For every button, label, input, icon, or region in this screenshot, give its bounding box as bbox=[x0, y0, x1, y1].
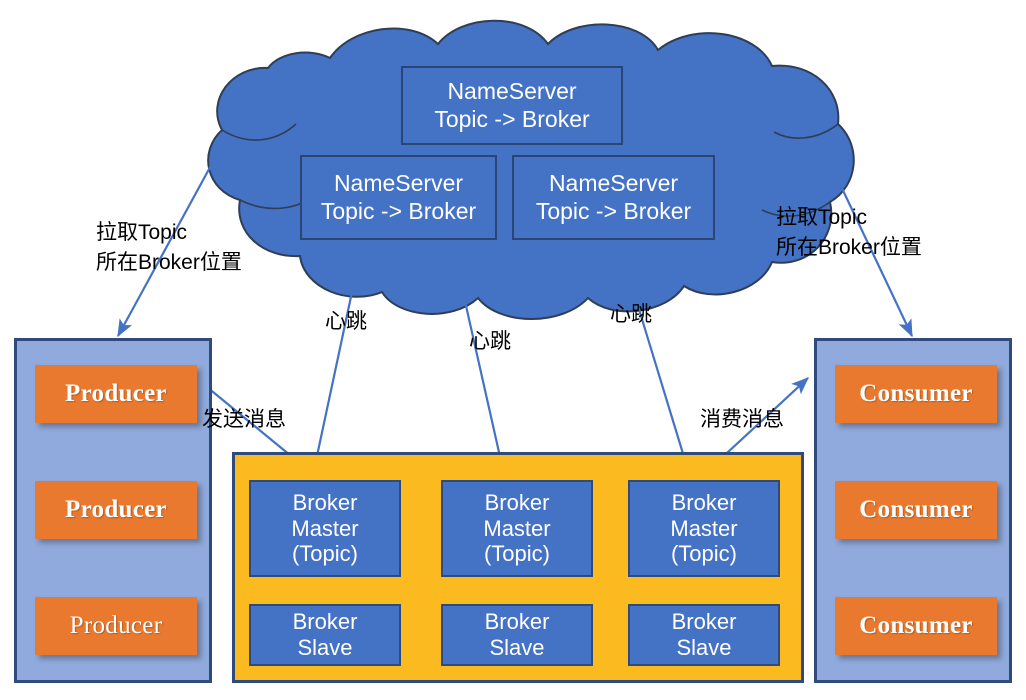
nameserver-title: NameServer bbox=[333, 169, 464, 196]
label-pull-topic-consumer: 拉取Topic 所在Broker位置 bbox=[776, 206, 922, 259]
broker-cluster-panel: Broker Master (Topic) Broker Slave Broke… bbox=[232, 452, 804, 683]
nameserver-mapping: Topic -> Broker bbox=[320, 197, 477, 224]
broker-master-2[interactable]: Broker Master (Topic) bbox=[441, 480, 593, 577]
consumer-group-panel: Consumer Consumer Consumer bbox=[814, 338, 1012, 683]
consumer-label: Consumer bbox=[859, 612, 973, 639]
consumer-item-2[interactable]: Consumer bbox=[835, 481, 997, 539]
broker-slave-line2: Slave bbox=[489, 635, 545, 660]
broker-master-line2: Master bbox=[483, 515, 551, 541]
consumer-item-3[interactable]: Consumer bbox=[835, 597, 997, 655]
broker-master-line3: (Topic) bbox=[291, 541, 358, 567]
producer-item-2[interactable]: Producer bbox=[35, 481, 197, 539]
label-consume-message: 消费消息 bbox=[700, 408, 784, 431]
broker-master-line2: Master bbox=[670, 515, 738, 541]
broker-master-3[interactable]: Broker Master (Topic) bbox=[628, 480, 780, 577]
broker-slave-line1: Broker bbox=[484, 609, 550, 635]
broker-slave-1[interactable]: Broker Slave bbox=[249, 604, 401, 666]
producer-label: Producer bbox=[65, 496, 167, 523]
nameserver-box-2[interactable]: NameServer Topic -> Broker bbox=[300, 155, 497, 240]
producer-item-1[interactable]: Producer bbox=[35, 365, 197, 423]
broker-master-line1: Broker bbox=[484, 490, 550, 516]
broker-master-line2: Master bbox=[291, 515, 359, 541]
diagram-canvas: NameServer Topic -> Broker NameServer To… bbox=[0, 0, 1026, 700]
broker-master-1[interactable]: Broker Master (Topic) bbox=[249, 480, 401, 577]
broker-slave-3[interactable]: Broker Slave bbox=[628, 604, 780, 666]
broker-master-line3: (Topic) bbox=[483, 541, 550, 567]
label-heartbeat-1: 心跳 bbox=[325, 310, 367, 333]
nameserver-title: NameServer bbox=[548, 169, 679, 196]
broker-slave-2[interactable]: Broker Slave bbox=[441, 604, 593, 666]
nameserver-box-1[interactable]: NameServer Topic -> Broker bbox=[401, 66, 623, 145]
producer-group-panel: Producer Producer Producer bbox=[14, 338, 212, 683]
broker-slave-line2: Slave bbox=[297, 635, 353, 660]
broker-slave-line1: Broker bbox=[671, 609, 737, 635]
consumer-label: Consumer bbox=[859, 380, 973, 407]
nameserver-mapping: Topic -> Broker bbox=[535, 197, 692, 224]
nameserver-title: NameServer bbox=[447, 77, 577, 104]
broker-slave-line1: Broker bbox=[292, 609, 358, 635]
nameserver-mapping: Topic -> Broker bbox=[434, 105, 590, 132]
broker-master-line3: (Topic) bbox=[670, 541, 737, 567]
consumer-label: Consumer bbox=[859, 496, 973, 523]
consumer-item-1[interactable]: Consumer bbox=[835, 365, 997, 423]
label-heartbeat-3: 心跳 bbox=[610, 303, 652, 326]
broker-master-line1: Broker bbox=[292, 490, 358, 516]
label-heartbeat-2: 心跳 bbox=[469, 330, 511, 353]
producer-label: Producer bbox=[69, 612, 163, 639]
arrow-heartbeat-2 bbox=[460, 287, 505, 471]
label-pull-topic-producer: 拉取Topic 所在Broker位置 bbox=[96, 221, 242, 274]
label-send-message: 发送消息 bbox=[202, 408, 286, 431]
broker-slave-line2: Slave bbox=[676, 635, 732, 660]
producer-item-3[interactable]: Producer bbox=[35, 597, 197, 655]
broker-master-line1: Broker bbox=[671, 490, 737, 516]
nameserver-box-3[interactable]: NameServer Topic -> Broker bbox=[512, 155, 715, 240]
producer-label: Producer bbox=[65, 380, 167, 407]
